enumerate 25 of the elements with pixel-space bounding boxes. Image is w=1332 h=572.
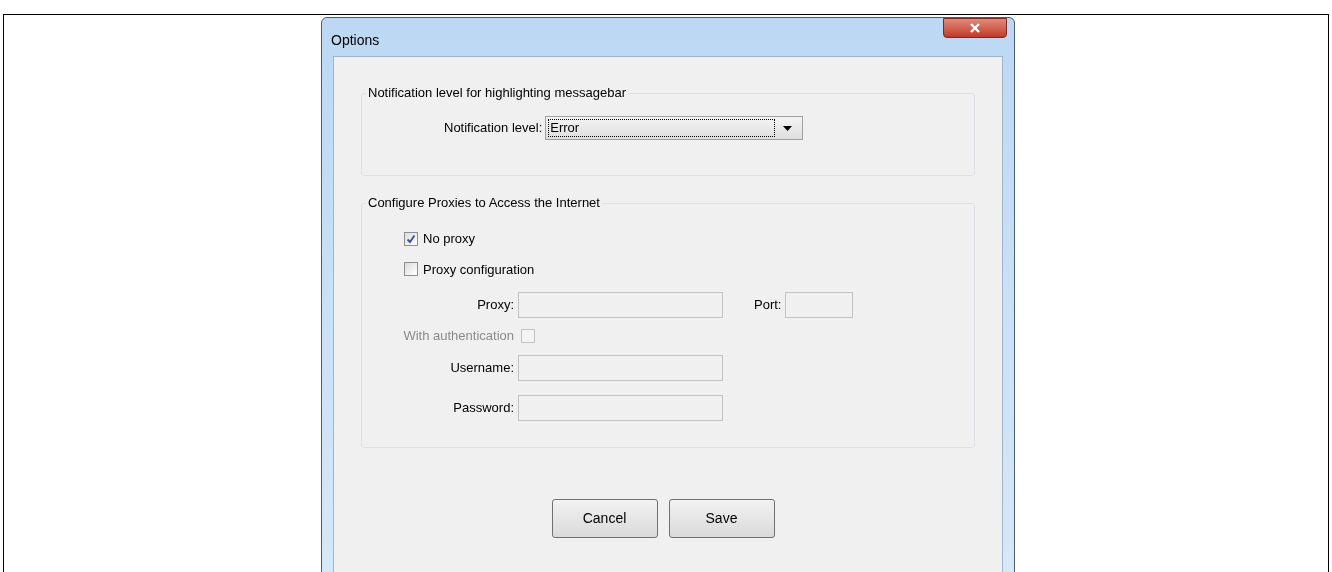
field-label: Password: <box>452 398 515 417</box>
dropdown[interactable]: Error <box>545 116 804 140</box>
text-field[interactable] <box>518 292 723 318</box>
field-label: Port: <box>754 296 782 315</box>
caret-icon <box>783 125 793 131</box>
field-label: Notification level: <box>444 119 543 138</box>
window-title: Options <box>331 31 380 50</box>
dialog-button[interactable]: Cancel <box>551 499 658 538</box>
close-icon <box>969 23 981 33</box>
checkbox-label: No proxy <box>423 230 476 248</box>
close-button[interactable] <box>943 18 1007 38</box>
group-title: Configure Proxies to Access the Internet <box>366 195 602 211</box>
text-field[interactable] <box>518 354 723 381</box>
checkbox-label: Proxy configuration <box>423 260 535 279</box>
checkbox[interactable] <box>404 262 418 277</box>
dialog-button[interactable]: Save <box>668 499 775 538</box>
field-label: Username: <box>449 358 515 377</box>
text-field[interactable] <box>518 394 723 421</box>
group-title: Notification level for highlighting messagebar <box>366 85 628 101</box>
checkbox[interactable] <box>404 231 418 246</box>
text-field[interactable] <box>785 292 854 318</box>
dropdown-value: Error <box>550 119 580 138</box>
checkmark-icon <box>406 233 416 244</box>
field-label: Proxy: <box>476 296 515 315</box>
checkbox-label: With authentication <box>402 327 515 345</box>
